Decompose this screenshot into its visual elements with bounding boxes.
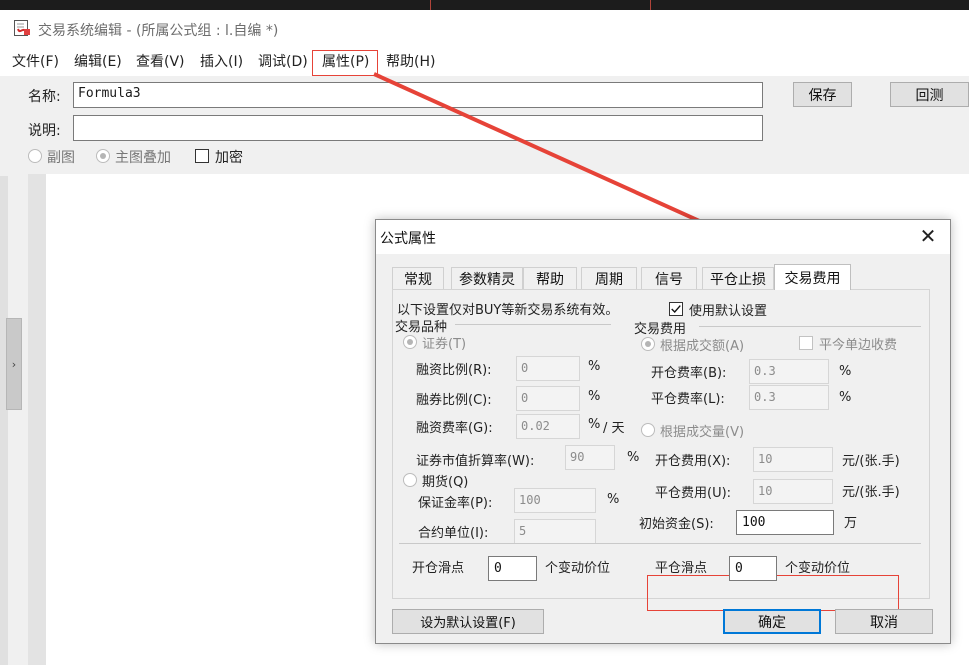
cancel-button[interactable]: 取消 bbox=[835, 609, 933, 634]
close-today-label: 平今单边收费 bbox=[819, 338, 898, 353]
per-day-label: / 天 bbox=[603, 421, 625, 436]
open-slippage-input[interactable]: 0 bbox=[488, 556, 537, 581]
slippage-divider bbox=[399, 543, 921, 544]
close-rate-label: 平仓费率(L): bbox=[651, 392, 725, 407]
variety-divider bbox=[455, 324, 611, 325]
percent-sign: % bbox=[607, 492, 620, 507]
main-overlay-radio[interactable] bbox=[96, 149, 110, 163]
open-cost-input[interactable]: 10 bbox=[753, 447, 833, 472]
tab-trading-fees[interactable]: 交易费用 bbox=[774, 264, 851, 290]
percent-sign: % bbox=[839, 390, 852, 405]
name-label: 名称: bbox=[28, 89, 61, 105]
margin-fee-label: 融资费率(G): bbox=[416, 421, 493, 436]
sub-chart-radio[interactable] bbox=[28, 149, 42, 163]
deposit-input[interactable]: 100 bbox=[514, 488, 596, 513]
close-slippage-input[interactable]: 0 bbox=[729, 556, 777, 581]
description-input[interactable] bbox=[73, 115, 763, 141]
menu-view[interactable]: 查看(V) bbox=[136, 51, 185, 71]
background-strip bbox=[0, 0, 969, 10]
tab-period[interactable]: 周期 bbox=[581, 267, 637, 289]
margin-ratio-input[interactable]: 0 bbox=[516, 356, 580, 381]
formula-editor-icon bbox=[14, 20, 30, 36]
short-ratio-label: 融券比例(C): bbox=[416, 393, 492, 408]
menu-help[interactable]: 帮助(H) bbox=[386, 51, 435, 71]
deposit-label: 保证金率(P): bbox=[418, 496, 493, 511]
initial-fund-label: 初始资金(S): bbox=[639, 517, 714, 532]
percent-sign: % bbox=[588, 359, 601, 374]
tab-general[interactable]: 常规 bbox=[392, 267, 444, 289]
by-volume-radio[interactable] bbox=[641, 423, 655, 437]
by-volume-label: 根据成交量(V) bbox=[660, 425, 745, 440]
ok-button[interactable]: 确定 bbox=[723, 609, 821, 634]
securities-label: 证券(T) bbox=[422, 337, 467, 352]
open-rate-input[interactable]: 0.3 bbox=[749, 359, 829, 384]
unit-per-lot: 元/(张.手) bbox=[842, 485, 900, 500]
menu-insert[interactable]: 插入(I) bbox=[200, 51, 243, 71]
contract-unit-label: 合约单位(I): bbox=[418, 526, 489, 541]
percent-sign: % bbox=[588, 417, 601, 432]
close-slippage-label: 平仓滑点 bbox=[655, 561, 708, 576]
close-cost-input[interactable]: 10 bbox=[753, 479, 833, 504]
futures-label: 期货(Q) bbox=[422, 475, 469, 490]
name-input[interactable]: Formula3 bbox=[73, 82, 763, 108]
sub-chart-label: 副图 bbox=[47, 150, 75, 166]
use-default-label: 使用默认设置 bbox=[689, 304, 768, 319]
discount-label: 证券市值折算率(W): bbox=[416, 454, 535, 469]
contract-unit-input[interactable]: 5 bbox=[514, 519, 596, 544]
backtest-button[interactable]: 回测 bbox=[890, 82, 969, 107]
close-icon[interactable]: ✕ bbox=[916, 224, 940, 248]
use-default-checkbox[interactable] bbox=[669, 302, 683, 316]
short-ratio-input[interactable]: 0 bbox=[516, 386, 580, 411]
tab-param-wizard[interactable]: 参数精灵 bbox=[451, 267, 523, 289]
tab-signal[interactable]: 信号 bbox=[641, 267, 697, 289]
tab-help[interactable]: 帮助 bbox=[523, 267, 577, 289]
close-slippage-unit: 个变动价位 bbox=[785, 561, 851, 576]
trading-fees-panel: 以下设置仅对BUY等新交易系统有效。 使用默认设置 交易品种 证券(T) 融资比… bbox=[392, 289, 930, 611]
menu-bar: 文件(F) 编辑(E) 查看(V) 插入(I) 调试(D) 属性(P) 帮助(H… bbox=[0, 46, 969, 76]
left-gutter bbox=[0, 176, 8, 665]
futures-radio[interactable] bbox=[403, 473, 417, 487]
checkmark-icon bbox=[671, 305, 681, 314]
chevron-right-icon: › bbox=[11, 357, 17, 371]
close-cost-label: 平仓费用(U): bbox=[655, 486, 732, 501]
close-rate-input[interactable]: 0.3 bbox=[749, 385, 829, 410]
background-mark bbox=[650, 0, 651, 10]
dialog-title: 公式属性 bbox=[380, 231, 436, 247]
main-overlay-label: 主图叠加 bbox=[115, 150, 171, 166]
window-title: 交易系统编辑 - (所属公式组 : l.自编 *) bbox=[38, 23, 279, 39]
tab-stop-loss[interactable]: 平仓止损 bbox=[702, 267, 774, 289]
by-amount-radio[interactable] bbox=[641, 337, 655, 351]
window-titlebar: 交易系统编辑 - (所属公式组 : l.自编 *) bbox=[0, 10, 969, 46]
margin-fee-input[interactable]: 0.02 bbox=[516, 414, 580, 439]
percent-sign: % bbox=[588, 389, 601, 404]
menu-file[interactable]: 文件(F) bbox=[12, 51, 59, 71]
menu-debug[interactable]: 调试(D) bbox=[258, 51, 308, 71]
encrypt-checkbox[interactable] bbox=[195, 149, 209, 163]
percent-sign: % bbox=[627, 450, 640, 465]
open-slippage-unit: 个变动价位 bbox=[545, 561, 611, 576]
securities-radio[interactable] bbox=[403, 335, 417, 349]
unit-per-lot: 元/(张.手) bbox=[842, 454, 900, 469]
save-button[interactable]: 保存 bbox=[793, 82, 852, 107]
by-amount-label: 根据成交额(A) bbox=[660, 339, 745, 354]
background-mark bbox=[430, 0, 431, 10]
margin-ratio-label: 融资比例(R): bbox=[416, 363, 492, 378]
open-rate-label: 开仓费率(B): bbox=[651, 366, 727, 381]
menu-properties-highlight bbox=[312, 50, 378, 76]
description-label: 说明: bbox=[28, 123, 61, 139]
menu-edit[interactable]: 编辑(E) bbox=[74, 51, 122, 71]
initial-fund-input[interactable]: 100 bbox=[736, 510, 834, 535]
encrypt-label: 加密 bbox=[215, 150, 243, 166]
set-default-button[interactable]: 设为默认设置(F) bbox=[392, 609, 544, 634]
close-today-checkbox[interactable] bbox=[799, 336, 813, 350]
formula-properties-dialog: 公式属性 ✕ 常规 参数精灵 帮助 周期 信号 平仓止损 交易费用 以下设置仅对… bbox=[375, 219, 951, 644]
dialog-titlebar: 公式属性 ✕ bbox=[376, 220, 950, 254]
initial-fund-unit: 万 bbox=[844, 516, 858, 531]
open-slippage-label: 开仓滑点 bbox=[412, 561, 465, 576]
open-cost-label: 开仓费用(X): bbox=[655, 454, 731, 469]
discount-input[interactable]: 90 bbox=[565, 445, 615, 470]
expand-panel-handle[interactable]: › bbox=[6, 318, 22, 410]
percent-sign: % bbox=[839, 364, 852, 379]
fee-divider bbox=[699, 326, 921, 327]
